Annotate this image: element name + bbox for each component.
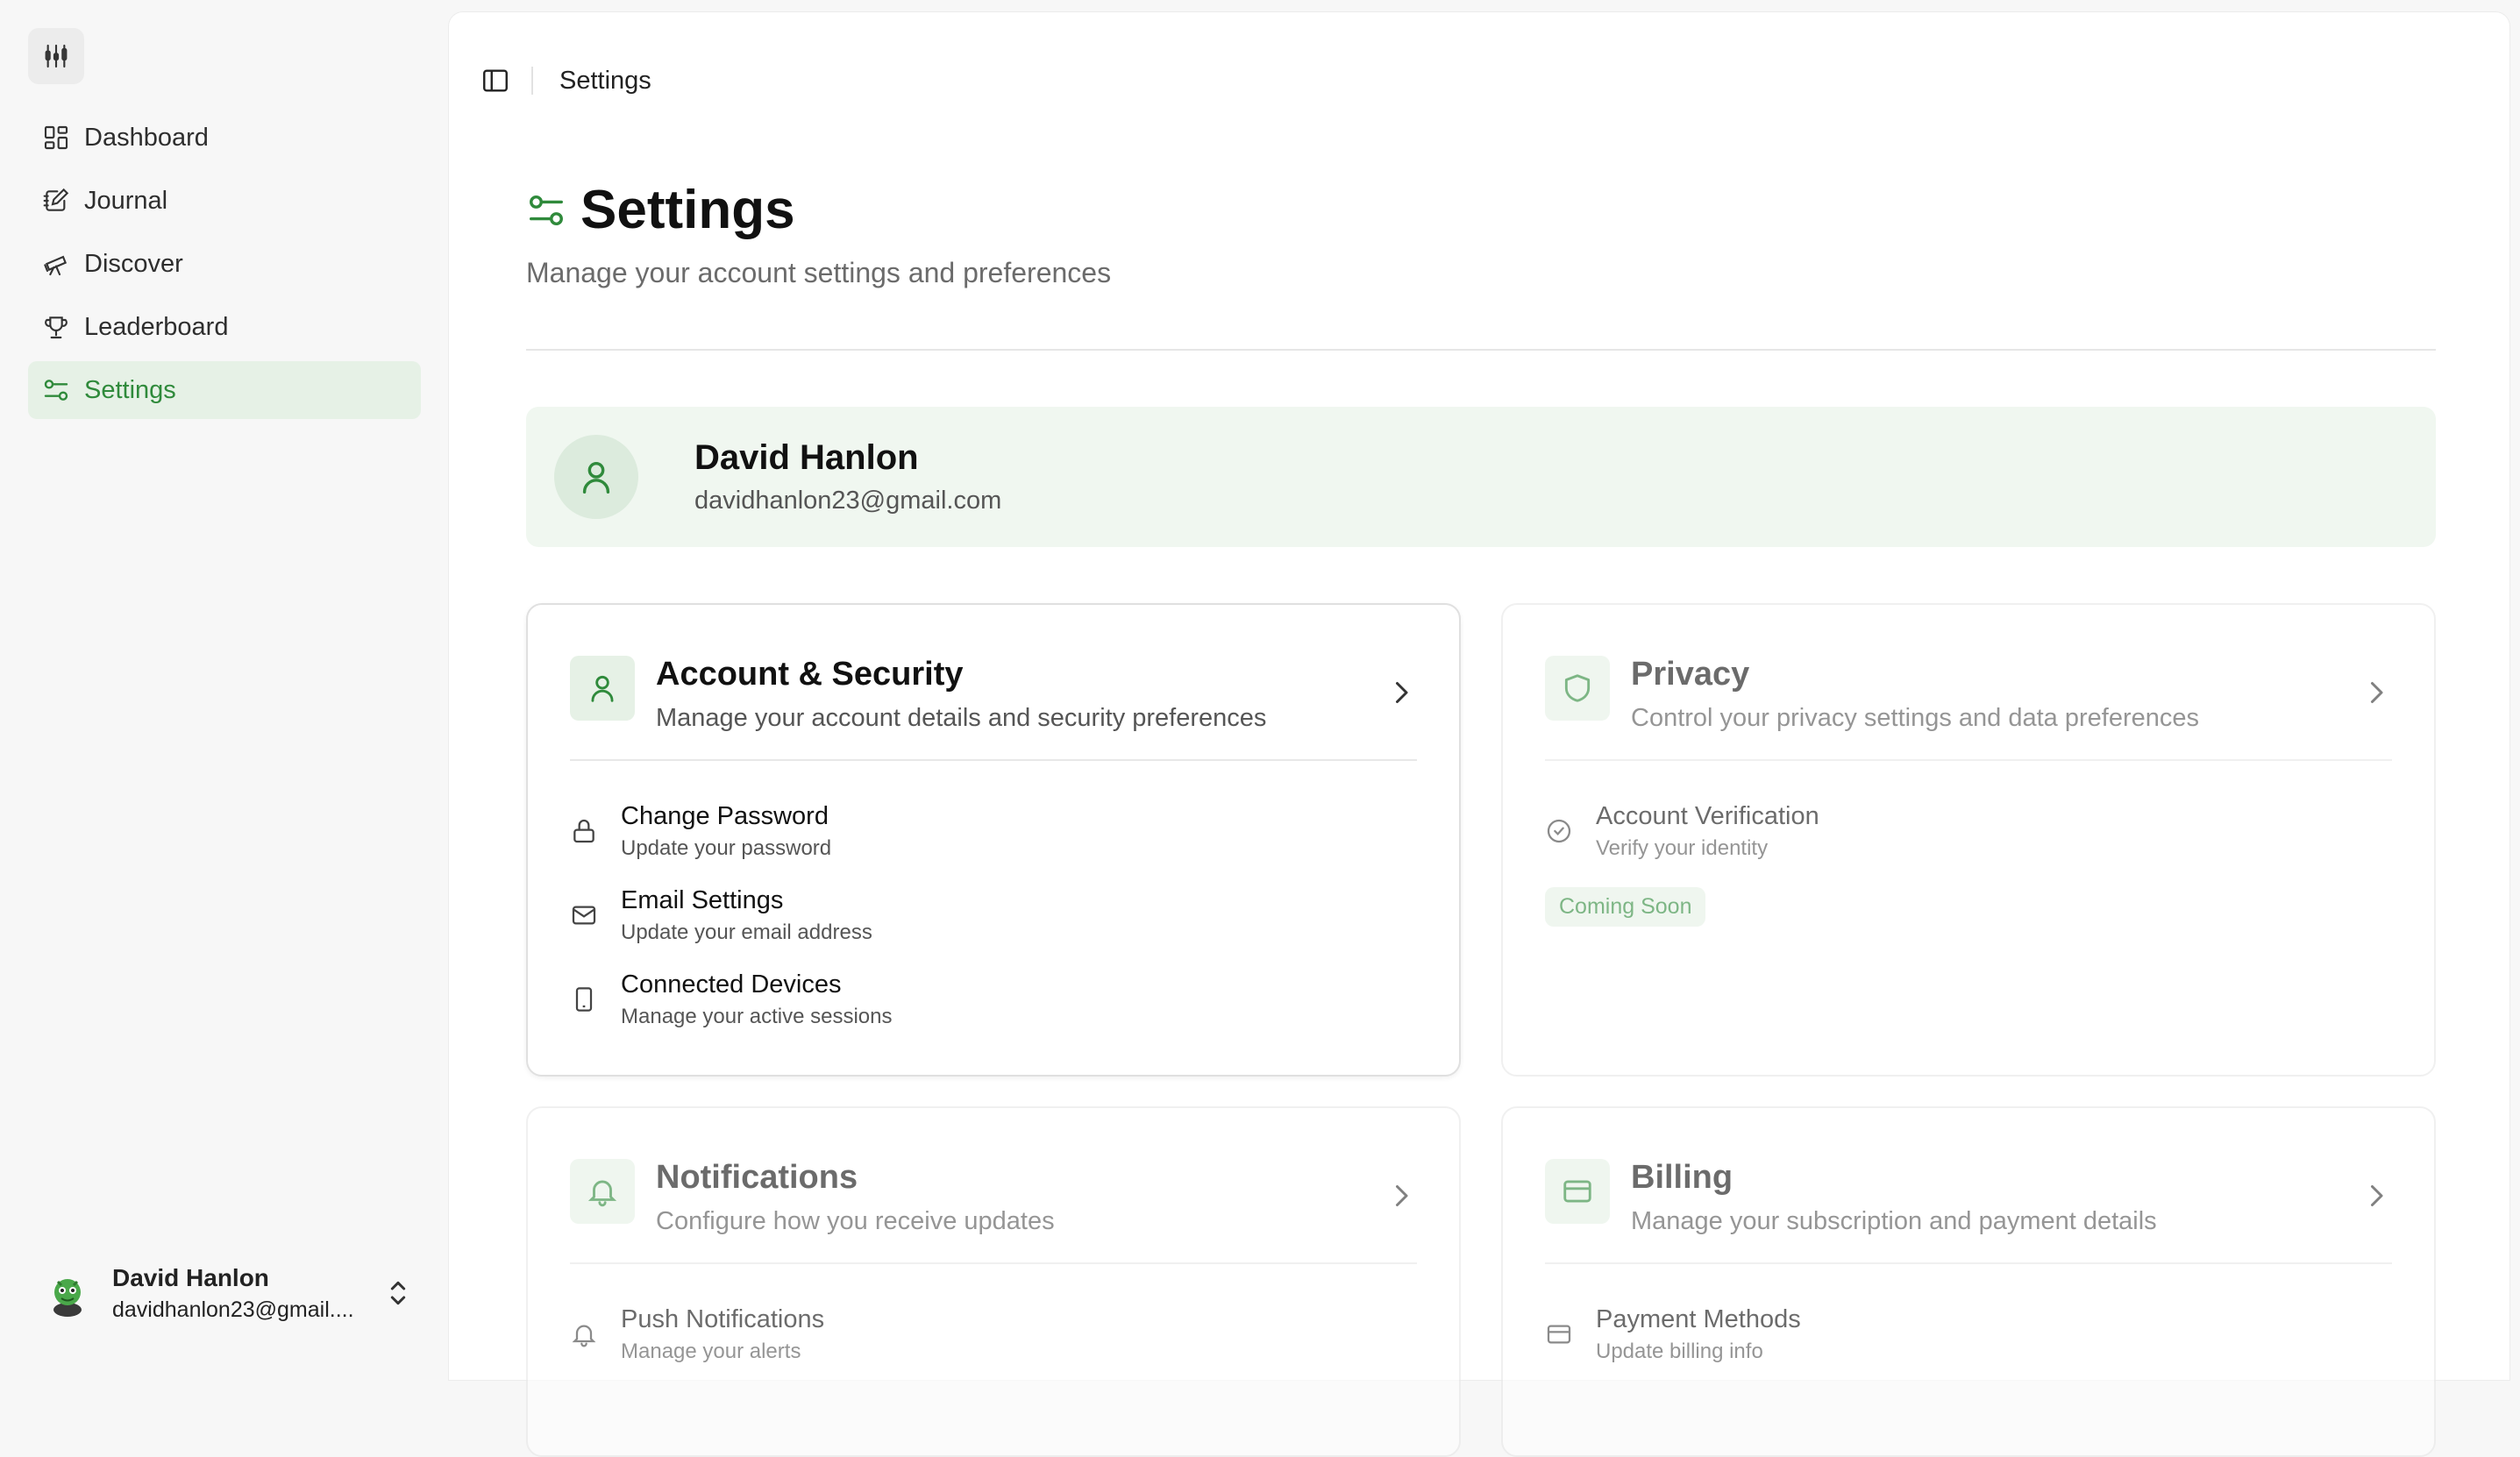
sidebar: Dashboard Journal Discover Leaderboard S… — [0, 0, 447, 1362]
item-subtitle: Update your email address — [621, 920, 872, 944]
page-title: Settings — [580, 180, 795, 240]
sidebar-item-label: Discover — [84, 249, 183, 278]
sidebar-item-label: Journal — [84, 186, 168, 215]
app-logo[interactable] — [28, 28, 84, 84]
main-panel: Settings Settings Manage your account se… — [449, 12, 2509, 1457]
trophy-icon — [45, 316, 68, 339]
topbar: Settings — [481, 56, 651, 105]
page-header: Settings Manage your account settings an… — [526, 179, 1111, 289]
journal-icon — [43, 188, 69, 211]
user-avatar-icon — [53, 1279, 82, 1317]
item-title: Connected Devices — [621, 970, 842, 999]
card-divider — [1545, 759, 2392, 761]
lock-icon — [573, 819, 594, 843]
chevrons-up-down-icon — [390, 1281, 406, 1305]
dashboard-icon — [44, 125, 68, 150]
item-subtitle: Update billing info — [1596, 1339, 1763, 1363]
sidebar-item-discover[interactable]: Discover — [28, 235, 421, 293]
credit-card-icon — [1547, 1325, 1571, 1344]
profile-banner: David Hanlon davidhanlon23@gmail.com — [526, 407, 2436, 547]
card-divider — [570, 759, 1417, 761]
card-description: Manage your account details and security… — [656, 704, 1267, 732]
topbar-separator — [531, 67, 533, 95]
item-subtitle: Verify your identity — [1596, 835, 1769, 860]
bell-icon — [587, 1180, 617, 1207]
settings-icon — [530, 195, 563, 225]
payment-methods-item[interactable]: Payment Methods Update billing info — [1545, 1292, 2392, 1376]
sidebar-item-label: Leaderboard — [84, 312, 229, 341]
chevron-right-icon[interactable] — [1385, 1180, 1417, 1212]
coming-soon-badge: Coming Soon — [1545, 887, 1706, 927]
notifications-card[interactable]: Notifications Configure how you receive … — [526, 1106, 1461, 1457]
user-name: David Hanlon — [112, 1263, 269, 1291]
change-password-item[interactable]: Change Password Update your password — [570, 789, 1417, 873]
header-divider — [526, 349, 2436, 351]
user-menu[interactable]: David Hanlon davidhanlon23@gmail.... — [42, 1254, 410, 1333]
card-icon-box — [1545, 1159, 1610, 1224]
item-title: Change Password — [621, 801, 829, 830]
item-subtitle: Manage your alerts — [621, 1339, 801, 1363]
avatar — [554, 435, 638, 519]
profile-name: David Hanlon — [694, 438, 919, 477]
settings-icon — [44, 380, 68, 401]
chevron-right-icon[interactable] — [2360, 677, 2392, 708]
card-icon-box — [1545, 656, 1610, 721]
badge-check-icon — [1547, 819, 1571, 843]
connected-devices-item[interactable]: Connected Devices Manage your active ses… — [570, 957, 1417, 1041]
telescope-icon — [44, 255, 68, 276]
card-title: Billing — [1631, 1159, 1733, 1196]
card-title: Notifications — [656, 1159, 858, 1196]
sidebar-item-label: Dashboard — [84, 123, 209, 152]
shield-icon — [1564, 674, 1591, 702]
card-icon-box — [570, 656, 635, 721]
avatar — [42, 1268, 93, 1318]
sidebar-item-journal[interactable]: Journal — [28, 172, 421, 230]
sidebar-toggle-icon[interactable] — [481, 66, 510, 96]
card-description: Control your privacy settings and data p… — [1631, 704, 2200, 732]
item-title: Account Verification — [1596, 801, 1819, 830]
card-description: Manage your subscription and payment det… — [1631, 1207, 2157, 1235]
chevron-right-icon[interactable] — [1385, 677, 1417, 708]
user-email: davidhanlon23@gmail.... — [112, 1297, 354, 1322]
sidebar-item-leaderboard[interactable]: Leaderboard — [28, 298, 421, 356]
user-icon — [582, 461, 610, 494]
item-title: Payment Methods — [1596, 1304, 1801, 1333]
smartphone-icon — [575, 987, 593, 1012]
sidebar-item-settings[interactable]: Settings — [28, 361, 421, 419]
billing-card[interactable]: Billing Manage your subscription and pay… — [1501, 1106, 2436, 1457]
user-icon — [591, 675, 614, 702]
item-subtitle: Manage your active sessions — [621, 1004, 893, 1028]
email-settings-item[interactable]: Email Settings Update your email address — [570, 873, 1417, 957]
chart-logo-icon — [45, 44, 68, 68]
item-title: Push Notifications — [621, 1304, 825, 1333]
page-subtitle: Manage your account settings and prefere… — [526, 257, 1112, 288]
mail-icon — [572, 906, 596, 925]
account-verification-item[interactable]: Account Verification Verify your identit… — [1545, 789, 2392, 873]
account-security-card[interactable]: Account & Security Manage your account d… — [526, 603, 1461, 1077]
sidebar-nav: Dashboard Journal Discover Leaderboard S… — [28, 109, 421, 424]
card-description: Configure how you receive updates — [656, 1207, 1055, 1235]
sidebar-item-dashboard[interactable]: Dashboard — [28, 109, 421, 167]
card-title: Account & Security — [656, 656, 964, 693]
card-icon-box — [570, 1159, 635, 1224]
card-divider — [1545, 1262, 2392, 1264]
breadcrumb: Settings — [559, 66, 651, 95]
item-title: Email Settings — [621, 885, 784, 914]
sidebar-item-label: Settings — [84, 375, 176, 404]
push-notifications-item[interactable]: Push Notifications Manage your alerts — [570, 1292, 1417, 1376]
card-divider — [570, 1262, 1417, 1264]
privacy-card[interactable]: Privacy Control your privacy settings an… — [1501, 603, 2436, 1077]
bell-icon — [572, 1325, 596, 1347]
chevron-right-icon[interactable] — [2360, 1180, 2392, 1212]
item-subtitle: Update your password — [621, 835, 832, 860]
profile-email: davidhanlon23@gmail.com — [694, 487, 1002, 515]
card-title: Privacy — [1631, 656, 1750, 693]
credit-card-icon — [1563, 1180, 1591, 1203]
